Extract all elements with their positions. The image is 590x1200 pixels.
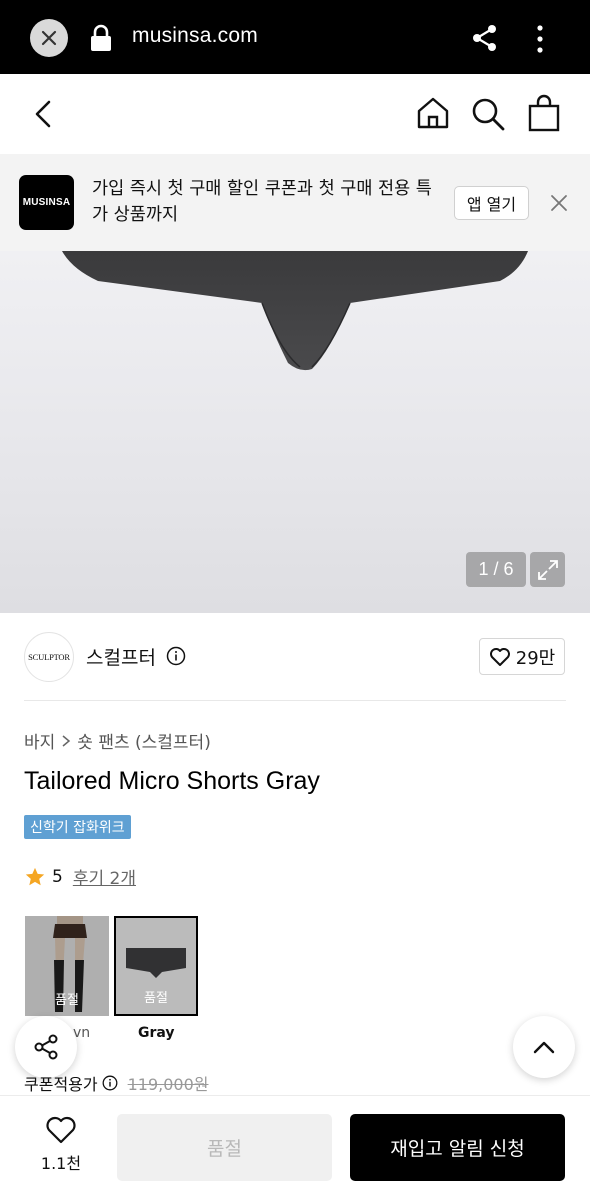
promo-text: 가입 즉시 첫 구매 할인 쿠폰과 첫 구매 전용 특가 상품까지 [92,179,432,225]
expand-icon [537,559,558,580]
scroll-top-button[interactable] [513,1016,575,1078]
home-icon[interactable] [416,96,450,130]
soldout-label: 품절 [144,991,168,1006]
app-header [0,74,590,154]
share-icon [34,1034,58,1060]
open-app-button[interactable]: 앱 열기 [454,186,529,220]
reviews-link[interactable]: 후기 2개 [73,864,136,889]
info-icon[interactable] [102,1075,118,1091]
divider [24,700,566,701]
price-row: 쿠폰적용가 119,000원 [24,1071,209,1095]
product-title: Tailored Micro Shorts Gray [24,767,320,795]
price-label: 쿠폰적용가 [24,1075,98,1094]
info-icon[interactable] [166,646,186,666]
brand-like-button[interactable]: 29만 [479,638,565,675]
chevron-up-icon [533,1041,555,1054]
product-like-count: 1.1천 [40,1154,82,1173]
browser-bar: musinsa.com [0,0,590,74]
soldout-label: 품절 [55,993,79,1008]
image-counter: 1 / 6 [466,552,526,587]
close-icon[interactable] [550,194,568,212]
brand-logo[interactable]: SCULPTOR [24,632,74,682]
original-price: 119,000원 [127,1075,209,1094]
product-like-button[interactable]: 1.1천 [30,1116,92,1178]
heart-icon [489,647,510,666]
color-swatch-brown[interactable]: 품절 [25,916,109,1016]
heart-icon [46,1116,76,1144]
soldout-button[interactable]: 품절 [117,1114,332,1181]
breadcrumb-category[interactable]: 바지 [24,728,55,753]
close-icon [41,30,57,46]
rating-score: 5 [52,866,63,887]
restock-alert-button[interactable]: 재입고 알림 신청 [350,1114,565,1181]
share-icon[interactable] [472,24,498,52]
musinsa-logo: MUSINSA [19,175,74,230]
brand-like-count: 29만 [515,647,556,669]
color-name-gray: Gray [138,1025,175,1041]
color-swatch-gray[interactable]: 품절 [114,916,198,1016]
star-icon [25,867,45,885]
search-icon[interactable] [470,96,506,132]
chevron-right-icon [62,734,71,747]
brand-name[interactable]: 스컬프터 [86,643,156,670]
close-tab-button[interactable] [30,19,68,57]
breadcrumb-subcategory[interactable]: 숏 팬츠 (스컬프터) [77,728,211,753]
back-arrow-icon[interactable] [30,98,58,130]
rating: 5 후기 2개 [24,864,136,889]
expand-image-button[interactable] [530,552,565,587]
share-button[interactable] [15,1016,77,1078]
promo-tag[interactable]: 신학기 잡화위크 [24,815,131,839]
url-text[interactable]: musinsa.com [132,24,258,48]
shopping-bag-icon[interactable] [527,94,561,132]
breadcrumb: 바지 숏 팬츠 (스컬프터) [24,728,211,753]
lock-icon [91,24,111,51]
more-options-icon[interactable] [530,24,550,54]
